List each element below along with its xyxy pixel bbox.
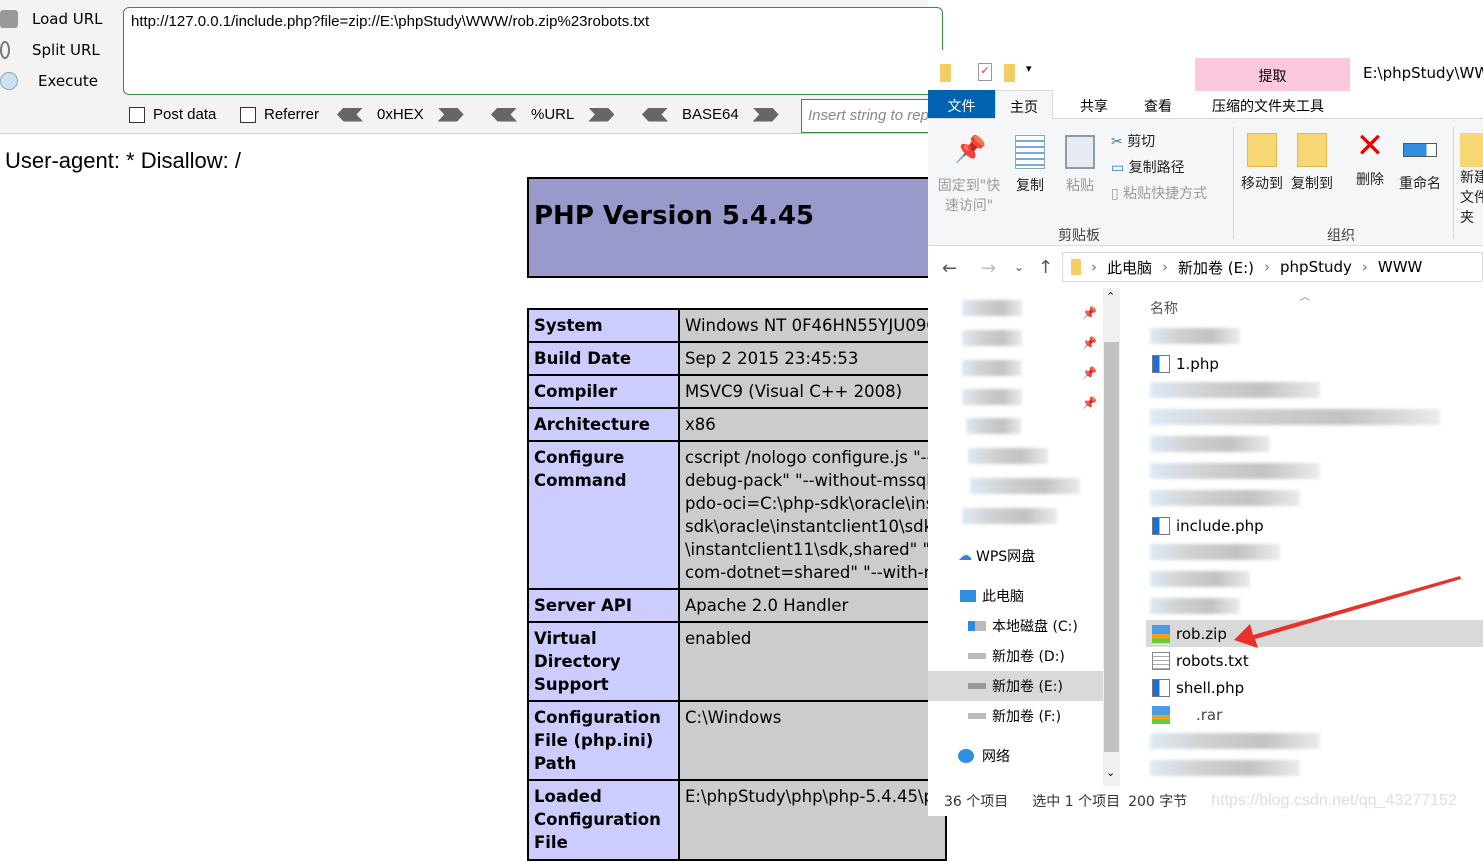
phpinfo-row: Loaded Configuration File E:\phpStudy\php… xyxy=(527,779,947,861)
decode-arrow-icon[interactable] xyxy=(337,107,363,122)
decode-arrow-icon[interactable] xyxy=(642,107,668,122)
checkbox-box xyxy=(129,106,145,123)
phpinfo-key: Architecture xyxy=(527,407,680,442)
red-arrow-icon xyxy=(1234,576,1461,648)
url-textarea[interactable]: http://127.0.0.1/include.php?file=zip://… xyxy=(123,7,943,95)
encode-arrow-icon[interactable] xyxy=(437,107,464,122)
phpinfo-value: Sep 2 2015 23:45:53 xyxy=(678,341,947,376)
phpinfo-row: Build Date Sep 2 2015 23:45:53 xyxy=(527,341,947,376)
phpinfo-row: Compiler MSVC9 (Visual C++ 2008) xyxy=(527,374,947,409)
phpinfo-key: Loaded Configuration File xyxy=(527,779,680,861)
phpinfo-row: System Windows NT 0F46HN55YJU09C xyxy=(527,308,947,343)
watermark: https://blog.csdn.net/qq_43277152 xyxy=(1211,792,1457,809)
hex-encoder: 0xHEX xyxy=(337,106,464,123)
split-url-button[interactable]: Split URL xyxy=(0,37,100,63)
phpinfo-value: E:\phpStudy\php\php-5.4.45\ph xyxy=(678,779,947,861)
file-explorer-window: ✓ ▾ 提取 E:\phpStudy\WWW 文件 主页 共享 查看 压缩的文件… xyxy=(928,50,1483,816)
play-icon xyxy=(0,72,18,90)
decode-arrow-icon[interactable] xyxy=(491,107,517,122)
referrer-checkbox[interactable]: Referrer xyxy=(240,106,319,123)
phpinfo-key: Compiler xyxy=(527,374,680,409)
tab-home[interactable]: 主页 xyxy=(995,90,1053,119)
status-bar: 36 个项目 选中 1 个项目 200 字节 https://blog.csdn… xyxy=(928,786,1483,816)
phpinfo-value: C:\Windows xyxy=(678,700,947,781)
phpinfo-value: MSVC9 (Visual C++ 2008) xyxy=(678,374,947,409)
hackbar-toolbar: Load URL Split URL Execute http://127.0.… xyxy=(0,0,943,134)
execute-button[interactable]: Execute xyxy=(0,68,98,94)
encode-arrow-icon[interactable] xyxy=(752,107,779,122)
base64-encoder: BASE64 xyxy=(642,106,779,123)
phpinfo-value: x86 xyxy=(678,407,947,442)
phpinfo-key: Build Date xyxy=(527,341,680,376)
phpinfo-row: Configure Command cscript /nologo configu… xyxy=(527,440,947,590)
phpinfo-key: Configuration File (php.ini) Path xyxy=(527,700,680,781)
phpinfo-row: Configuration File (php.ini) Path C:\Wind… xyxy=(527,700,947,781)
php-version-header: PHP Version 5.4.45 xyxy=(527,177,947,278)
load-url-button[interactable]: Load URL xyxy=(0,6,103,32)
phpinfo-value: enabled xyxy=(678,621,947,702)
phpinfo-key: System xyxy=(527,308,680,343)
phpinfo-value: cscript /nologo configure.js "--e debug-… xyxy=(678,440,947,590)
phpinfo-row: Server API Apache 2.0 Handler xyxy=(527,588,947,623)
phpinfo-key: Configure Command xyxy=(527,440,680,590)
phpinfo-value: Windows NT 0F46HN55YJU09C xyxy=(678,308,947,343)
selected-count: 选中 1 个项目 xyxy=(1032,794,1121,810)
item-count: 36 个项目 xyxy=(944,794,1009,810)
phpinfo-table: System Windows NT 0F46HN55YJU09C Build Dat… xyxy=(527,308,947,861)
phpinfo-row: Architecture x86 xyxy=(527,407,947,442)
checkbox-box xyxy=(240,106,256,123)
encode-arrow-icon[interactable] xyxy=(588,107,615,122)
url-encoder: %URL xyxy=(491,106,615,123)
phpinfo-value: Apache 2.0 Handler xyxy=(678,588,947,623)
post-data-checkbox[interactable]: Post data xyxy=(129,106,216,123)
insert-string-input[interactable]: Insert string to replace xyxy=(801,99,941,133)
load-url-icon xyxy=(0,10,18,28)
phpinfo-key: Virtual Directory Support xyxy=(527,621,680,702)
phpinfo-row: Virtual Directory Support enabled xyxy=(527,621,947,702)
scissors-icon xyxy=(0,41,10,59)
selected-size: 200 字节 xyxy=(1128,794,1188,810)
phpinfo-key: Server API xyxy=(527,588,680,623)
robots-output: User-agent: * Disallow: / xyxy=(5,148,241,173)
annotation-arrow xyxy=(1234,576,1461,648)
